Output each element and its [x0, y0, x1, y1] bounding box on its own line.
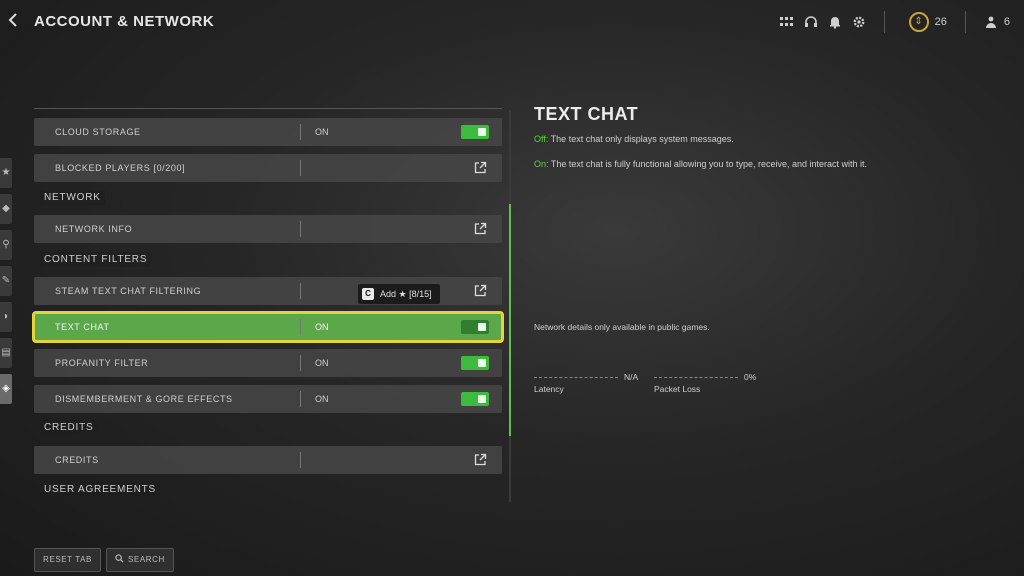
section-content-filters: CONTENT FILTERS [40, 252, 152, 267]
side-tab-column: ★ ◆ ⚲ ✎ ◗ ▤ ◈ [0, 158, 12, 410]
toggle-switch[interactable] [461, 125, 489, 139]
grid-icon[interactable] [779, 15, 794, 29]
row-label: TEXT CHAT [55, 322, 110, 332]
gear-icon[interactable] [852, 15, 866, 29]
row-label: CREDITS [55, 455, 99, 465]
off-label: Off: [534, 134, 549, 144]
external-link-icon[interactable] [474, 161, 488, 175]
search-icon [115, 554, 124, 563]
network-icon[interactable]: ◈ [0, 374, 12, 404]
row-dismemberment-gore[interactable]: DISMEMBERMENT & GORE EFFECTS ON [34, 385, 502, 413]
toggle-switch[interactable] [461, 320, 489, 334]
headset-icon[interactable] [804, 15, 818, 29]
rank-badge-icon: ⇕ [908, 12, 929, 32]
toggle-switch[interactable] [461, 356, 489, 370]
row-cloud-storage[interactable]: CLOUD STORAGE ON [34, 118, 502, 146]
divider [964, 11, 966, 33]
friends-count: 6 [1003, 16, 1010, 28]
on-description: The text chat is fully functional allowi… [548, 159, 868, 169]
detail-title: TEXT CHAT [534, 104, 639, 124]
external-link-icon[interactable] [474, 453, 488, 467]
pencil-icon[interactable]: ✎ [0, 266, 12, 296]
star-icon[interactable]: ★ [0, 158, 12, 188]
packet-loss-value: 0% [744, 372, 757, 382]
row-value: ON [315, 127, 329, 137]
row-value: ON [315, 394, 329, 404]
friends-display[interactable]: 6 [984, 15, 1010, 29]
key-hint: C [362, 288, 374, 300]
network-message: Network details only available in public… [534, 322, 710, 332]
latency-value: N/A [624, 372, 639, 382]
packet-loss-label: Packet Loss [654, 384, 701, 394]
row-divider [300, 160, 301, 176]
search-icon[interactable]: ⚲ [0, 230, 12, 260]
section-credits: CREDITS [40, 420, 98, 435]
section-user-agreements: USER AGREEMENTS [40, 482, 161, 497]
row-value: ON [315, 358, 329, 368]
row-label: DISMEMBERMENT & GORE EFFECTS [55, 394, 233, 404]
reset-tab-label: RESET TAB [43, 555, 92, 564]
search-button[interactable]: SEARCH [106, 548, 174, 572]
search-label: SEARCH [128, 555, 165, 564]
tooltip-text: Add ★ [8/15] [380, 288, 432, 299]
latency-dash [534, 377, 618, 379]
rank-number: 26 [934, 16, 947, 28]
detail-on-line: On: The text chat is fully functional al… [534, 159, 867, 169]
divider [883, 11, 885, 33]
row-label: CLOUD STORAGE [55, 127, 141, 137]
row-divider [300, 319, 301, 335]
row-blocked-players[interactable]: BLOCKED PLAYERS [0/200] [34, 154, 502, 182]
off-description: The text chat only displays system messa… [548, 134, 734, 144]
detail-panel: TEXT CHAT Off: The text chat only displa… [534, 104, 1004, 169]
audio-icon[interactable]: ◗ [0, 302, 12, 332]
row-divider [300, 452, 301, 468]
row-profanity-filter[interactable]: PROFANITY FILTER ON [34, 349, 502, 377]
shield-icon[interactable]: ◆ [0, 194, 12, 224]
favorite-tooltip: C Add ★ [8/15] [358, 284, 440, 304]
packet-loss-dash [654, 377, 738, 379]
row-label: PROFANITY FILTER [55, 358, 149, 368]
row-label: NETWORK INFO [55, 224, 133, 234]
chevron-left-icon [8, 13, 17, 27]
row-divider [300, 124, 301, 140]
row-label: STEAM TEXT CHAT FILTERING [55, 286, 202, 296]
external-link-icon[interactable] [474, 284, 488, 298]
row-divider [300, 355, 301, 371]
row-value: ON [315, 322, 329, 332]
external-link-icon[interactable] [474, 222, 488, 236]
latency-stat: N/A Latency [534, 372, 639, 394]
rank-display[interactable]: ⇕ 26 [908, 12, 947, 32]
top-icons: ⇕ 26 6 [779, 8, 1010, 36]
section-network: NETWORK [40, 190, 105, 205]
scrollbar-thumb[interactable] [509, 204, 511, 436]
row-label: BLOCKED PLAYERS [0/200] [55, 163, 186, 173]
top-bar: ACCOUNT & NETWORK ⇕ 26 6 [0, 0, 1024, 44]
toggle-switch[interactable] [461, 392, 489, 406]
latency-label: Latency [534, 384, 564, 394]
on-label: On: [534, 159, 549, 169]
row-credits[interactable]: CREDITS [34, 446, 502, 474]
row-divider [300, 221, 301, 237]
detail-off-line: Off: The text chat only displays system … [534, 134, 734, 144]
bell-icon[interactable] [828, 15, 842, 29]
row-divider [300, 283, 301, 299]
document-icon[interactable]: ▤ [0, 338, 12, 368]
row-text-chat[interactable]: TEXT CHAT ON [32, 311, 504, 343]
row-divider [300, 391, 301, 407]
page-title: ACCOUNT & NETWORK [34, 13, 215, 30]
reset-tab-button[interactable]: RESET TAB [34, 548, 101, 572]
row-network-info[interactable]: NETWORK INFO [34, 215, 502, 243]
list-top-divider [34, 108, 502, 109]
packet-loss-stat: 0% Packet Loss [654, 372, 757, 394]
back-button[interactable] [4, 10, 22, 34]
friends-icon [984, 15, 998, 29]
